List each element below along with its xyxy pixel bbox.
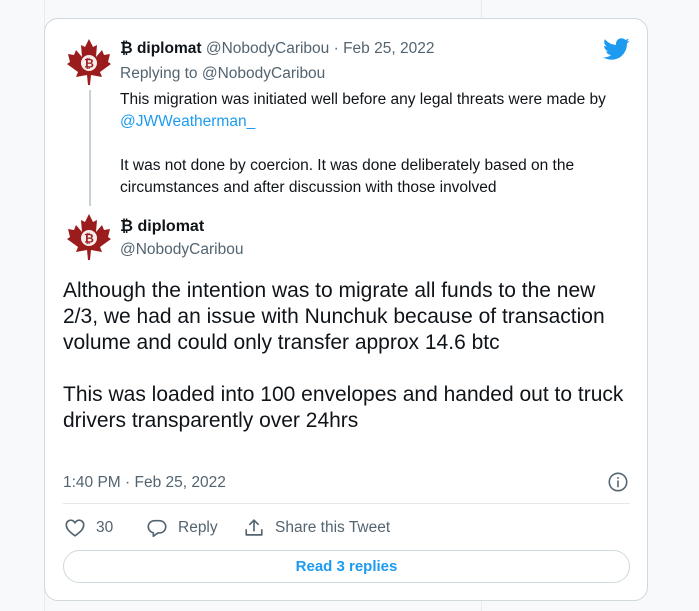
share-label: Share this Tweet (275, 519, 391, 536)
main-tweet-text: Although the intention was to migrate al… (63, 278, 633, 434)
reply-button[interactable]: Reply (146, 516, 218, 540)
replying-to-line: Replying to @NobodyCaribou (120, 64, 325, 84)
svg-text:₿: ₿ (84, 232, 94, 246)
main-avatar[interactable]: ₿ (66, 212, 112, 262)
replying-to-handle[interactable]: @NobodyCaribou (202, 65, 325, 82)
like-button[interactable]: 30 (64, 516, 113, 540)
mention-link[interactable]: @JWWeatherman_ (120, 113, 255, 130)
maple-leaf-bitcoin-icon: ₿ (67, 39, 111, 85)
main-paragraph-1: Although the intention was to migrate al… (63, 279, 605, 354)
read-replies-button[interactable]: Read 3 replies (63, 550, 630, 583)
parent-handle[interactable]: @NobodyCaribou (206, 40, 329, 57)
main-paragraph-2: This was loaded into 100 envelopes and h… (63, 383, 624, 432)
parent-date[interactable]: Feb 25, 2022 (343, 40, 434, 57)
parent-tweet-text: This migration was initiated well before… (120, 89, 630, 199)
replying-prefix: Replying to (120, 65, 198, 82)
reply-label: Reply (178, 519, 218, 536)
parent-text-part1: This migration was initiated well before… (120, 91, 606, 108)
main-handle[interactable]: @NobodyCaribou (120, 240, 243, 260)
like-count: 30 (96, 519, 114, 536)
parent-avatar[interactable]: ₿ (66, 37, 112, 87)
tweet-timestamp[interactable]: 1:40 PM · Feb 25, 2022 (63, 473, 226, 493)
share-button[interactable]: Share this Tweet (243, 516, 390, 540)
parent-paragraph-1: This migration was initiated well before… (120, 89, 630, 133)
svg-text:₿: ₿ (84, 57, 94, 71)
parent-paragraph-2: It was not done by coercion. It was done… (120, 157, 575, 196)
share-upload-icon (245, 519, 263, 536)
speech-bubble-icon (147, 519, 167, 538)
tweet-card: ₿ ₿ diplomat @NobodyCaribou · Feb 25, 20… (44, 18, 648, 601)
parent-separator: · (333, 40, 339, 57)
twitter-bird-icon[interactable] (602, 35, 630, 63)
action-divider (63, 503, 630, 504)
parent-tweet-header: ₿ diplomat @NobodyCaribou · Feb 25, 2022 (120, 39, 434, 59)
info-icon[interactable] (607, 471, 629, 493)
thread-connector-line (89, 90, 91, 206)
heart-icon (65, 519, 85, 537)
maple-leaf-bitcoin-icon: ₿ (67, 214, 111, 260)
parent-display-name[interactable]: ₿ diplomat (120, 40, 202, 57)
main-display-name[interactable]: ₿ diplomat (120, 217, 204, 237)
